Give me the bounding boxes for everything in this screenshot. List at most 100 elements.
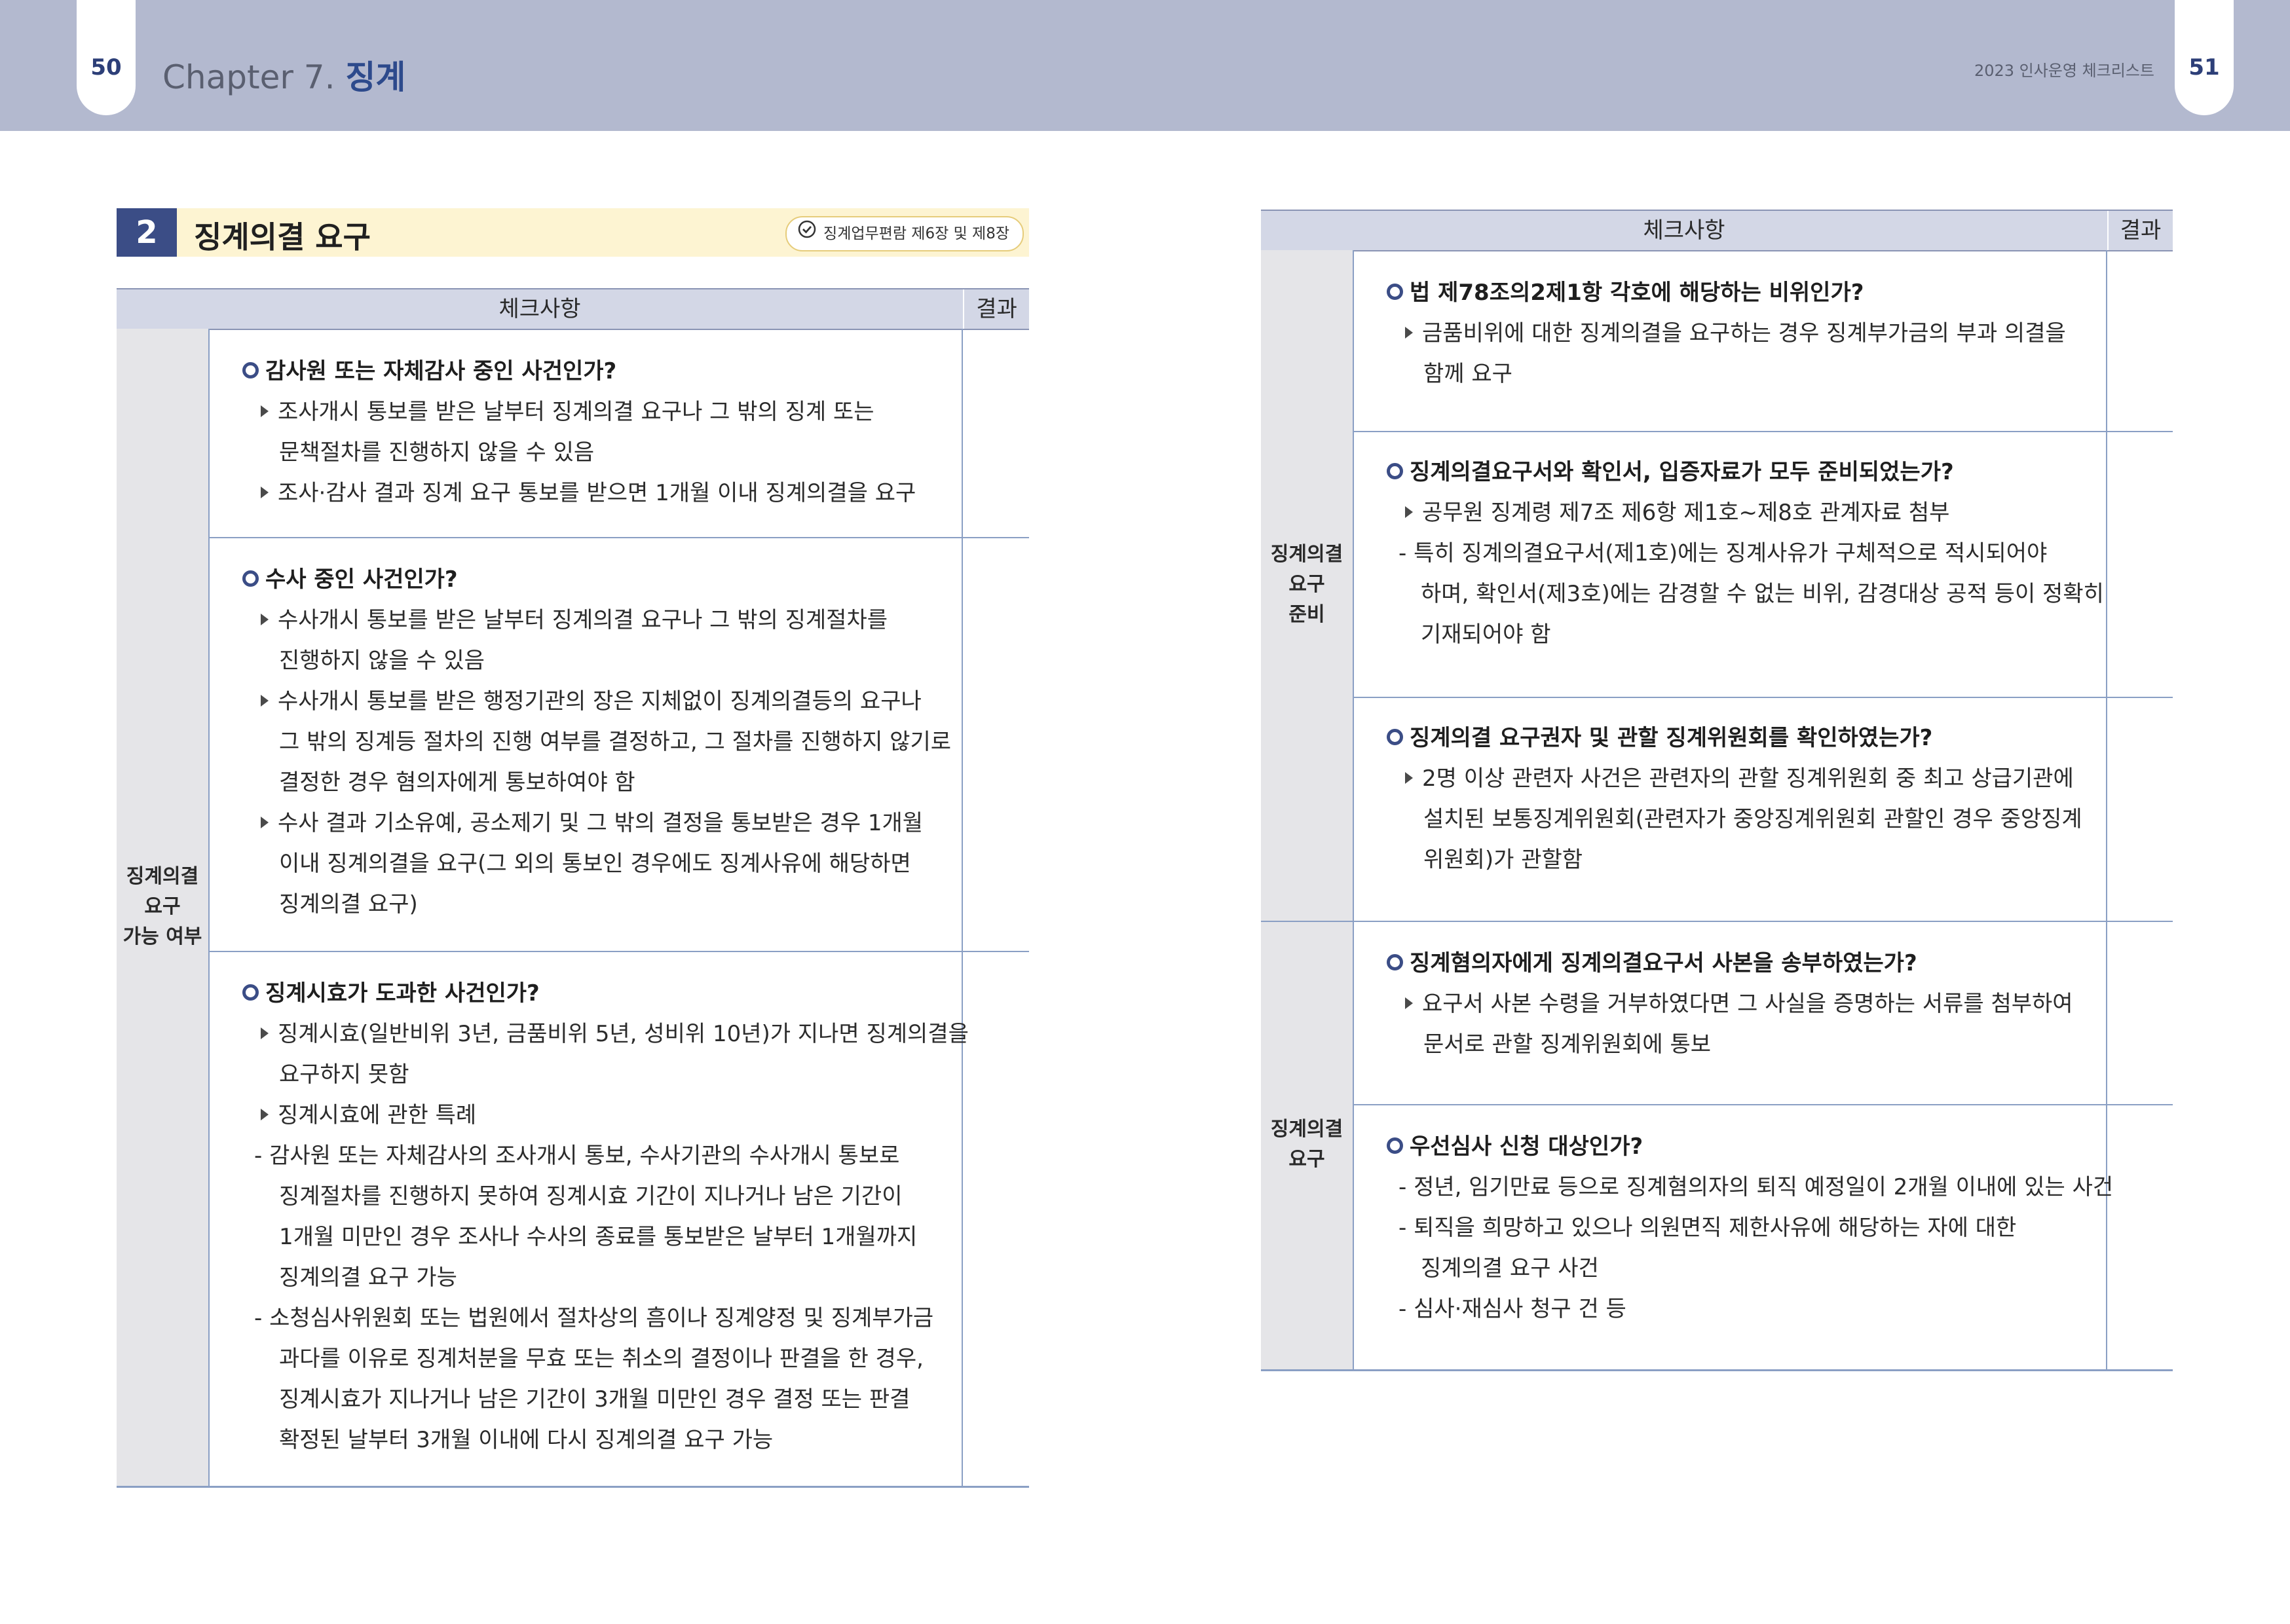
question-text: 징계시효가 도과한 사건인가? — [265, 980, 540, 1006]
table-header: 체크사항 결과 — [117, 288, 1029, 330]
checklist-item: 기재되어야 함 — [1421, 621, 1551, 648]
row-divider — [210, 537, 1029, 538]
checklist-item: - 심사·재심사 청구 건 등 — [1398, 1296, 1626, 1322]
checklist-item: 확정된 날부터 3개월 이내에 다시 징계의결 요구 가능 — [279, 1427, 774, 1453]
header-result: 결과 — [976, 296, 1017, 322]
row-divider — [1354, 1104, 2173, 1105]
circle-bullet-icon — [1387, 729, 1403, 745]
checklist-item: - 퇴직을 희망하고 있으나 의원면직 제한사유에 해당하는 자에 대한 — [1398, 1215, 2017, 1241]
header-result: 결과 — [2120, 217, 2162, 244]
checklist-block: 징계의결 요구권자 및 관할 징계위원회를 확인하였는가? 2명 이상 관련자 … — [1387, 718, 2082, 880]
section-title: 징계의결 요구 — [194, 219, 371, 255]
category-label: 징계의결 요구 가능 여부 — [117, 862, 208, 952]
item-text: 조사·감사 결과 징계 요구 통보를 받으면 1개월 이내 징계의결을 요구 — [278, 480, 916, 506]
section-number: 2 — [117, 208, 177, 257]
chapter-prefix: Chapter 7. — [162, 58, 335, 96]
checklist-item: 징계시효(일반비위 3년, 금품비위 5년, 성비위 10년)가 지나면 징계의… — [242, 1014, 969, 1054]
checklist-block: 징계의결요구서와 확인서, 입증자료가 모두 준비되었는가? 공무원 징계령 제… — [1387, 452, 2104, 655]
reference-text: 징계업무편람 제6장 및 제8장 — [823, 225, 1009, 242]
item-text: 공무원 징계령 제7조 제6항 제1호~제8호 관계자료 첨부 — [1422, 500, 1950, 526]
checklist-item: 수사 결과 기소유예, 공소제기 및 그 밖의 결정을 통보받은 경우 1개월 — [242, 803, 951, 843]
checklist-item: 조사·감사 결과 징계 요구 통보를 받으면 1개월 이내 징계의결을 요구 — [242, 473, 916, 513]
circle-bullet-icon — [1387, 463, 1403, 479]
checklist-item: 공무원 징계령 제7조 제6항 제1호~제8호 관계자료 첨부 — [1387, 492, 2104, 533]
checklist-item: 문서로 관할 징계위원회에 통보 — [1423, 1031, 1712, 1058]
checklist-item: 결정한 경우 혐의자에게 통보하여야 함 — [279, 769, 635, 796]
header-check-items: 체크사항 — [498, 296, 581, 322]
checklist-item: - 소청심사위원회 또는 법원에서 절차상의 흠이나 징계양정 및 징계부가금 — [254, 1305, 934, 1331]
question-text: 수사 중인 사건인가? — [265, 566, 458, 593]
row-divider — [210, 951, 1029, 952]
category-line: 요구 — [144, 895, 181, 918]
checklist-question: 징계혐의자에게 징계의결요구서 사본을 송부하였는가? — [1387, 943, 2073, 984]
checklist-question: 감사원 또는 자체감사 중인 사건인가? — [242, 351, 916, 392]
checklist-item: 1개월 미만인 경우 조사나 수사의 종료를 통보받은 날부터 1개월까지 — [279, 1224, 918, 1250]
checklist-item: 수사개시 통보를 받은 날부터 징계의결 요구나 그 밖의 징계절차를 — [242, 600, 951, 640]
question-text: 감사원 또는 자체감사 중인 사건인가? — [265, 358, 617, 384]
category-line: 징계의결 — [1270, 543, 1343, 566]
check-circle-icon — [797, 218, 817, 251]
triangle-bullet-icon — [261, 694, 269, 707]
item-text: 금품비위에 대한 징계의결을 요구하는 경우 징계부가금의 부과 의결을 — [1422, 320, 2066, 346]
triangle-bullet-icon — [261, 816, 269, 828]
circle-bullet-icon — [1387, 1137, 1403, 1154]
checklist-block: 징계시효가 도과한 사건인가? 징계시효(일반비위 3년, 금품비위 5년, 성… — [242, 973, 969, 1460]
triangle-bullet-icon — [261, 1108, 269, 1120]
checklist-question: 우선심사 신청 대상인가? — [1387, 1126, 2113, 1167]
table-bottom-border — [1261, 1369, 2173, 1371]
category-line: 요구 — [1288, 573, 1325, 596]
checklist-item: - 정년, 임기만료 등으로 징계혐의자의 퇴직 예정일이 2개월 이내에 있는… — [1398, 1174, 2114, 1200]
checklist-block: 우선심사 신청 대상인가? - 정년, 임기만료 등으로 징계혐의자의 퇴직 예… — [1387, 1126, 2113, 1329]
checklist-item: 이내 징계의결을 요구(그 외의 통보인 경우에도 징계사유에 해당하면 — [279, 851, 911, 877]
circle-bullet-icon — [1387, 284, 1403, 300]
table-bottom-border — [117, 1486, 1029, 1488]
book-title: 2023 인사운영 체크리스트 — [1974, 62, 2154, 80]
triangle-bullet-icon — [261, 613, 269, 625]
table-body: 징계의결 요구 준비 징계의결 요구 법 제78조의2제1항 각호에 해당하는 … — [1261, 250, 2173, 1371]
question-text: 우선심사 신청 대상인가? — [1410, 1134, 1643, 1160]
category-label: 징계의결 요구 준비 — [1261, 540, 1353, 630]
checklist-item: 2명 이상 관련자 사건은 관련자의 관할 징계위원회 중 최고 상급기관에 — [1387, 758, 2082, 799]
checklist-block: 감사원 또는 자체감사 중인 사건인가? 조사개시 통보를 받은 날부터 징계의… — [242, 351, 916, 513]
triangle-bullet-icon — [261, 405, 269, 417]
checklist-item: 그 밖의 징계등 절차의 진행 여부를 결정하고, 그 절차를 진행하지 않기로 — [279, 729, 952, 755]
column-divider — [1353, 250, 1354, 1371]
item-text: 조사개시 통보를 받은 날부터 징계의결 요구나 그 밖의 징계 또는 — [278, 399, 874, 425]
checklist-question: 법 제78조의2제1항 각호에 해당하는 비위인가? — [1387, 272, 2066, 313]
checklist-block: 법 제78조의2제1항 각호에 해당하는 비위인가? 금품비위에 대한 징계의결… — [1387, 272, 2066, 394]
checklist-item: 설치된 보통징계위원회(관련자가 중앙징계위원회 관할인 경우 중앙징계 — [1423, 806, 2082, 832]
left-page-number: 50 — [77, 0, 136, 115]
item-text: 2명 이상 관련자 사건은 관련자의 관할 징계위원회 중 최고 상급기관에 — [1422, 766, 2074, 792]
triangle-bullet-icon — [1405, 506, 1413, 518]
category-cell — [1261, 250, 1353, 1371]
checklist-item: 과다를 이유로 징계처분을 무효 또는 취소의 결정이나 판결을 한 경우, — [279, 1346, 924, 1372]
column-divider — [208, 329, 210, 1488]
category-divider — [1261, 921, 2173, 922]
checklist-item: - 특히 징계의결요구서(제1호)에는 징계사유가 구체적으로 적시되어야 — [1398, 540, 2048, 566]
header-check-items: 체크사항 — [1643, 217, 1725, 244]
right-page-number: 51 — [2175, 0, 2234, 115]
triangle-bullet-icon — [1405, 771, 1413, 784]
triangle-bullet-icon — [1405, 326, 1413, 339]
circle-bullet-icon — [1387, 954, 1403, 970]
checklist-item: 요구하지 못함 — [279, 1061, 409, 1088]
checklist-block: 수사 중인 사건인가? 수사개시 통보를 받은 날부터 징계의결 요구나 그 밖… — [242, 559, 951, 925]
checklist-item: 수사개시 통보를 받은 행정기관의 장은 지체없이 징계의결등의 요구나 — [242, 681, 951, 722]
checklist-item: 징계시효에 관한 특례 — [242, 1095, 969, 1135]
right-checklist-table: 체크사항 결과 징계의결 요구 준비 징계의결 요구 법 제78조의2제1항 각… — [1261, 210, 2173, 1371]
item-text: 징계시효(일반비위 3년, 금품비위 5년, 성비위 10년)가 지나면 징계의… — [278, 1021, 969, 1047]
question-text: 징계의결요구서와 확인서, 입증자료가 모두 준비되었는가? — [1410, 459, 1954, 485]
item-text: 수사개시 통보를 받은 날부터 징계의결 요구나 그 밖의 징계절차를 — [278, 607, 888, 633]
checklist-item: 금품비위에 대한 징계의결을 요구하는 경우 징계부가금의 부과 의결을 — [1387, 313, 2066, 354]
checklist-item: 위원회)가 관할함 — [1423, 847, 1583, 873]
checklist-item: 문책절차를 진행하지 않을 수 있음 — [279, 439, 595, 466]
reference-badge: 징계업무편람 제6장 및 제8장 — [785, 216, 1024, 251]
checklist-block: 징계혐의자에게 징계의결요구서 사본을 송부하였는가? 요구서 사본 수령을 거… — [1387, 943, 2073, 1065]
checklist-item: 하며, 확인서(제3호)에는 감경할 수 없는 비위, 감경대상 공적 등이 정… — [1421, 581, 2104, 607]
table-header: 체크사항 결과 — [1261, 210, 2173, 251]
circle-bullet-icon — [242, 570, 259, 587]
checklist-item: 징계의결 요구) — [279, 891, 418, 917]
triangle-bullet-icon — [1405, 997, 1413, 1009]
checklist-item: 진행하지 않을 수 있음 — [279, 648, 485, 674]
table-body: 징계의결 요구 가능 여부 감사원 또는 자체감사 중인 사건인가? 조사개시 … — [117, 329, 1029, 1488]
